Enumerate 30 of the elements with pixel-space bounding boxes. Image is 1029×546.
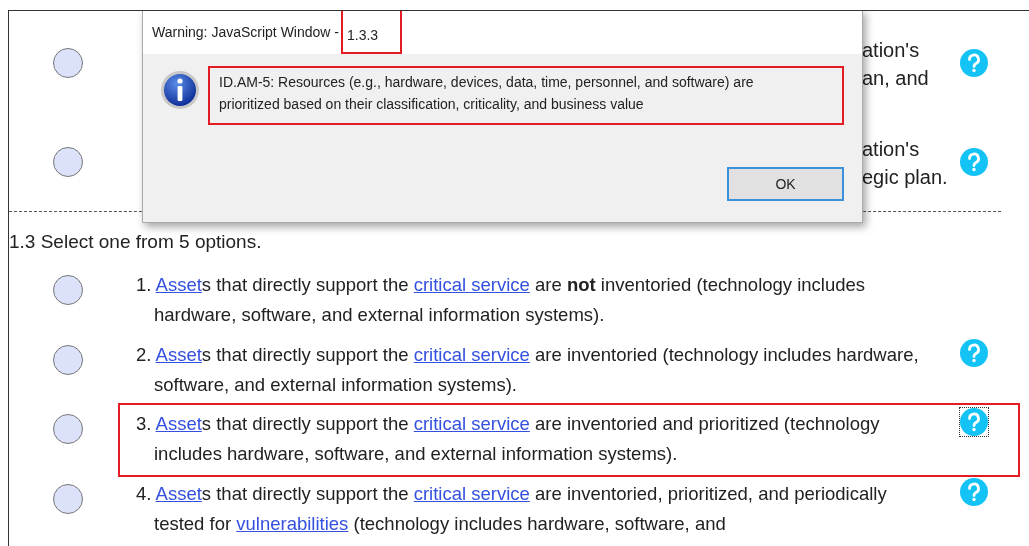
link[interactable]: Asset [155, 274, 202, 295]
radio-button[interactable] [52, 48, 83, 78]
link[interactable]: Asset [155, 343, 202, 365]
link[interactable]: critical service [413, 343, 530, 365]
radio-button[interactable] [52, 147, 83, 177]
window-title: 1.3.3 [341, 11, 403, 54]
info-icon [160, 70, 200, 110]
link[interactable]: vulnerabilities [236, 512, 349, 534]
window-title: Warning: JavaScript Window - [152, 24, 339, 40]
link[interactable]: critical service [413, 274, 530, 295]
option-text: 2. Assets that directly support the critical service are inventoried (technology includes hardware, software, and external information systems). [136, 342, 920, 397]
option-text: ation's [862, 38, 921, 63]
radio-button[interactable] [52, 483, 83, 514]
dialog-message: ID.AM-5: Resources (e.g., hardware, devices, data, time, personnel, and software) are prioritized based on their classification, criticality, and business value [208, 66, 844, 125]
ok-button[interactable]: OK [727, 167, 844, 201]
link[interactable]: critical service [413, 413, 530, 434]
option-text: an, and [862, 66, 930, 91]
link[interactable]: Asset [155, 482, 202, 504]
option-text: 1. Assets that directly support the critical service are not inventoried (technology includes hardware, software, and external information systems). [136, 273, 867, 327]
link[interactable]: Asset [155, 413, 202, 434]
link[interactable]: critical service [413, 482, 530, 504]
option-text: ation's [862, 137, 921, 162]
radio-button[interactable] [52, 344, 83, 375]
radio-button[interactable] [52, 414, 83, 444]
radio-button[interactable] [52, 275, 83, 305]
question-heading: 1.3 Select one from 5 options. [9, 230, 263, 254]
option-text: egic plan. [862, 165, 949, 190]
option-text: 4. Assets that directly support the critical service are inventoried, prioritized, and periodically tested for vulnerabilities (technology includes hardware, software, and [136, 481, 888, 536]
help-icon[interactable] [959, 407, 989, 437]
option-text: 3. Assets that directly support the critical service are inventoried and prioritized (technology includes hardware, software, and external information systems). [136, 412, 881, 466]
